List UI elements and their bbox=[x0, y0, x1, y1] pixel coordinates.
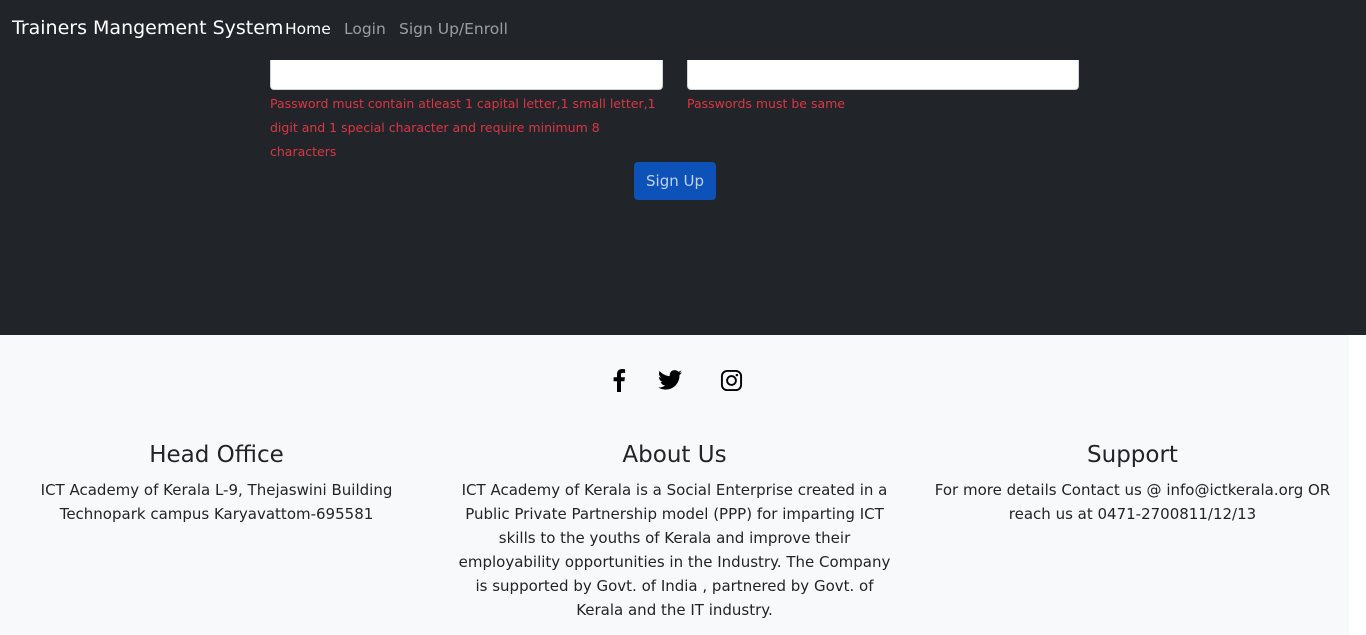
confirm-password-error-text: Passwords must be same bbox=[687, 96, 845, 111]
facebook-icon[interactable] bbox=[606, 367, 632, 393]
about-us-text: ICT Academy of Kerala is a Social Enterp… bbox=[458, 481, 891, 619]
nav-home-link[interactable]: Home bbox=[285, 20, 331, 38]
head-office-text: ICT Academy of Kerala L-9, Thejaswini Bu… bbox=[40, 481, 393, 523]
scrollbar[interactable] bbox=[1349, 335, 1366, 635]
password-error-text: Password must contain atleast 1 capital … bbox=[270, 96, 656, 159]
twitter-icon[interactable] bbox=[657, 367, 683, 393]
instagram-icon[interactable] bbox=[718, 367, 744, 393]
nav-login-link[interactable]: Login bbox=[344, 20, 386, 38]
head-office-title: Head Office bbox=[149, 442, 284, 468]
navbar: Trainers Mangement System Home Login Sig… bbox=[0, 0, 1366, 60]
nav-signup-link[interactable]: Sign Up/Enroll bbox=[399, 20, 508, 38]
support-text: For more details Contact us @ info@ictke… bbox=[934, 481, 1331, 523]
sign-up-button[interactable]: Sign Up bbox=[634, 162, 716, 200]
support-title: Support bbox=[1087, 442, 1178, 468]
about-us-title: About Us bbox=[622, 442, 727, 468]
brand-link[interactable]: Trainers Mangement System bbox=[12, 17, 283, 39]
